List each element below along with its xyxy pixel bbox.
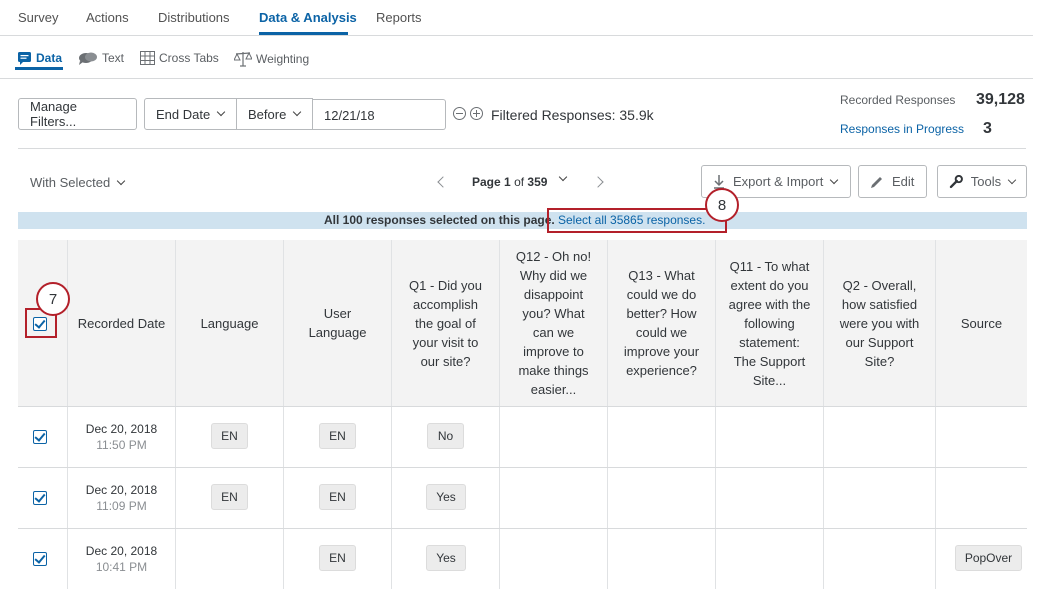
data-icon bbox=[18, 52, 31, 65]
header-language[interactable]: Language bbox=[176, 240, 283, 406]
page-prefix: Page bbox=[472, 175, 501, 189]
active-subtab-indicator bbox=[15, 67, 63, 70]
header-q13[interactable]: Q13 - What could we do better? How could… bbox=[608, 240, 715, 406]
edit-button[interactable]: Edit bbox=[858, 165, 927, 198]
subtab-text[interactable]: Text bbox=[78, 51, 124, 65]
page-total: 359 bbox=[527, 175, 548, 189]
row-divider bbox=[18, 528, 1027, 529]
date-text: Dec 20, 2018 bbox=[85, 422, 158, 436]
subtab-cross-tabs[interactable]: Cross Tabs bbox=[140, 51, 219, 65]
chevron-down-icon bbox=[558, 172, 568, 182]
remove-filter-icon[interactable] bbox=[453, 107, 466, 120]
responses-table: Recorded Date Language User Language Q1 … bbox=[18, 240, 1027, 589]
scale-icon bbox=[234, 51, 252, 67]
page-current: 1 bbox=[504, 175, 511, 189]
tab-data-analysis[interactable]: Data & Analysis bbox=[259, 10, 357, 25]
header-q12[interactable]: Q12 - Oh no! Why did we disappoint you? … bbox=[500, 240, 607, 406]
tab-survey[interactable]: Survey bbox=[18, 10, 58, 25]
selection-banner-text: All 100 responses selected on this page. bbox=[324, 213, 555, 227]
chevron-down-icon bbox=[216, 107, 226, 117]
edit-label: Edit bbox=[892, 174, 915, 189]
subtab-cross-tabs-label: Cross Tabs bbox=[159, 51, 219, 65]
download-icon bbox=[714, 174, 724, 189]
date-text: Dec 20, 2018 bbox=[85, 483, 158, 497]
language-pill: EN bbox=[211, 423, 248, 449]
chevron-down-icon bbox=[1007, 175, 1017, 184]
source-pill: PopOver bbox=[955, 545, 1022, 571]
subtab-weighting-label: Weighting bbox=[256, 52, 310, 66]
tab-reports[interactable]: Reports bbox=[376, 10, 422, 25]
header-q1[interactable]: Q1 - Did you accomplish the goal of your… bbox=[392, 240, 499, 406]
chevron-down-icon bbox=[116, 176, 126, 185]
row-checkbox[interactable] bbox=[33, 552, 47, 566]
q1-answer-pill: Yes bbox=[426, 484, 466, 510]
pencil-icon bbox=[871, 176, 882, 188]
tools-button[interactable]: Tools bbox=[937, 165, 1027, 198]
time-text: 11:09 PM bbox=[96, 499, 147, 513]
subtab-weighting[interactable]: Weighting bbox=[234, 51, 309, 67]
page-of: of bbox=[514, 175, 525, 189]
user-language-pill: EN bbox=[319, 545, 356, 571]
header-q11[interactable]: Q11 - To what extent do you agree with t… bbox=[716, 240, 823, 406]
responses-in-progress-value: 3 bbox=[983, 120, 992, 137]
header-source[interactable]: Source bbox=[936, 240, 1027, 406]
manage-filters-label: Manage Filters... bbox=[30, 99, 77, 129]
date-text: Dec 20, 2018 bbox=[85, 544, 158, 558]
row-divider bbox=[18, 467, 1027, 468]
user-language-pill: EN bbox=[319, 423, 356, 449]
header-q2[interactable]: Q2 - Overall, how satisfied were you wit… bbox=[824, 240, 935, 406]
recorded-date-cell: Dec 20, 2018 11:09 PM bbox=[68, 482, 175, 514]
selection-banner: All 100 responses selected on this page.… bbox=[18, 212, 1027, 229]
step-8-badge: 8 bbox=[705, 188, 739, 222]
header-user-language[interactable]: User Language bbox=[284, 240, 391, 406]
header-recorded-date[interactable]: Recorded Date bbox=[68, 240, 175, 406]
q1-answer-pill: Yes bbox=[426, 545, 466, 571]
chevron-down-icon bbox=[293, 107, 302, 117]
top-navigation: Survey Actions Distributions Data & Anal… bbox=[0, 0, 1033, 36]
recorded-date-cell: Dec 20, 2018 11:50 PM bbox=[68, 421, 175, 453]
text-bubbles-icon bbox=[79, 52, 97, 65]
subtab-data[interactable]: Data bbox=[17, 51, 62, 65]
row-divider bbox=[18, 406, 1027, 407]
responses-in-progress-link[interactable]: Responses in Progress bbox=[840, 122, 964, 136]
select-all-highlight bbox=[547, 208, 727, 233]
divider bbox=[18, 148, 1026, 149]
q1-answer-pill: No bbox=[427, 423, 464, 449]
filter-field-label: End Date bbox=[156, 106, 211, 122]
time-text: 11:50 PM bbox=[96, 438, 147, 452]
export-import-label: Export & Import bbox=[733, 174, 824, 189]
tab-actions[interactable]: Actions bbox=[86, 10, 129, 25]
add-filter-icon[interactable] bbox=[470, 107, 483, 120]
sub-navigation: Data Text Cross Tabs Weighting bbox=[0, 36, 1033, 79]
chevron-down-icon bbox=[830, 175, 839, 184]
time-text: 10:41 PM bbox=[95, 560, 148, 574]
next-page-icon[interactable] bbox=[592, 176, 604, 188]
filter-operator-label: Before bbox=[248, 106, 287, 122]
manage-filters-button[interactable]: Manage Filters... bbox=[18, 98, 137, 130]
filtered-responses-count: Filtered Responses: 35.9k bbox=[491, 107, 654, 123]
tab-distributions[interactable]: Distributions bbox=[158, 10, 230, 25]
grid-icon bbox=[140, 51, 155, 65]
with-selected-dropdown[interactable]: With Selected bbox=[30, 175, 126, 190]
subtab-data-label: Data bbox=[36, 51, 63, 65]
recorded-responses-label: Recorded Responses bbox=[840, 93, 956, 107]
filter-operator-dropdown[interactable]: Before bbox=[236, 98, 313, 130]
tools-label: Tools bbox=[970, 174, 1002, 189]
step-7-badge: 7 bbox=[36, 282, 70, 316]
user-language-pill: EN bbox=[319, 484, 356, 510]
recorded-date-cell: Dec 20, 2018 10:41 PM bbox=[68, 543, 175, 575]
filter-field-dropdown[interactable]: End Date bbox=[144, 98, 237, 130]
filter-value-input[interactable]: 12/21/18 bbox=[312, 99, 446, 130]
wrench-icon bbox=[949, 174, 963, 188]
row-checkbox[interactable] bbox=[33, 430, 47, 444]
with-selected-label: With Selected bbox=[30, 175, 111, 190]
row-checkbox[interactable] bbox=[33, 491, 47, 505]
recorded-responses-value: 39,128 bbox=[976, 91, 1025, 108]
active-tab-indicator bbox=[259, 32, 348, 35]
language-pill: EN bbox=[211, 484, 248, 510]
previous-page-icon[interactable] bbox=[437, 176, 449, 188]
subtab-text-label: Text bbox=[102, 51, 125, 65]
